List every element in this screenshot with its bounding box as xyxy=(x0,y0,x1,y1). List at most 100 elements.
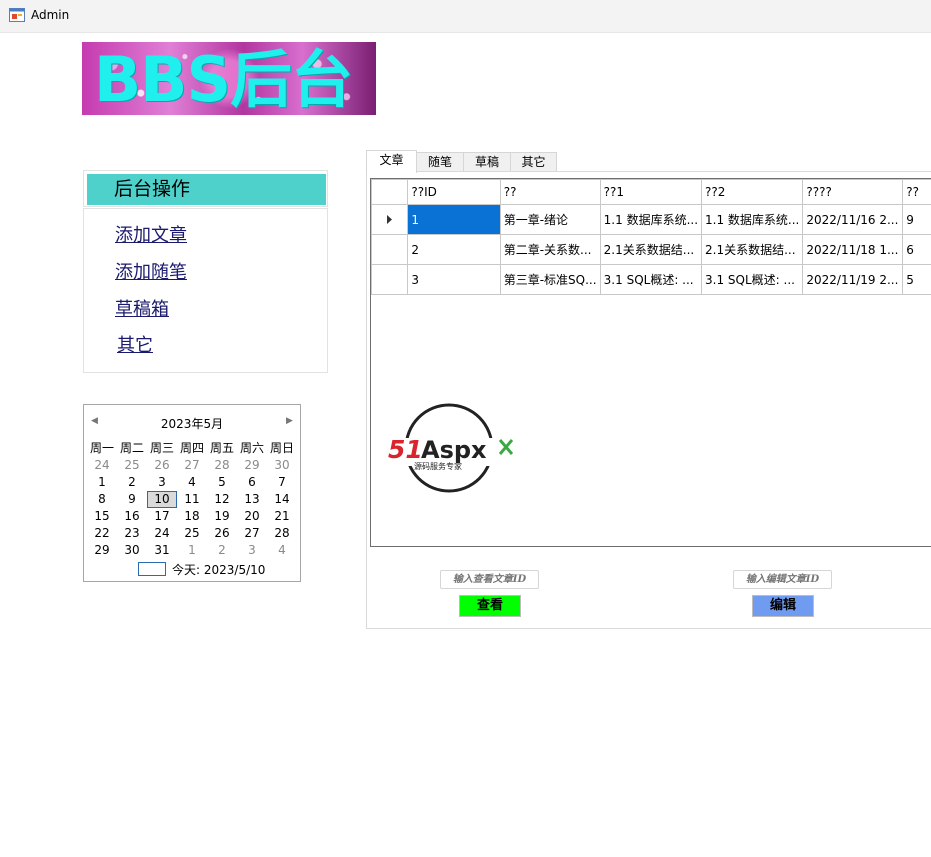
calendar-day[interactable]: 24 xyxy=(87,457,117,474)
winforms-app-icon xyxy=(9,8,25,22)
table-cell[interactable]: 3 xyxy=(407,264,501,295)
view-article-id-input[interactable] xyxy=(440,570,539,589)
column-header[interactable]: ??2 xyxy=(701,179,804,205)
column-header[interactable]: ??1 xyxy=(599,179,703,205)
row-header[interactable] xyxy=(371,234,409,265)
ops-header: 后台操作 xyxy=(87,174,326,205)
calendar-day[interactable]: 29 xyxy=(87,542,117,559)
column-header[interactable]: ?? xyxy=(902,179,931,205)
calendar-day[interactable]: 7 xyxy=(267,474,297,491)
row-header[interactable] xyxy=(371,204,409,235)
view-button[interactable]: 查看 xyxy=(459,595,521,617)
calendar-day[interactable]: 17 xyxy=(147,508,177,525)
triangle-right-icon[interactable]: ▶ xyxy=(286,416,293,426)
calendar-day[interactable]: 24 xyxy=(147,525,177,542)
calendar-day[interactable]: 14 xyxy=(267,491,297,508)
table-cell[interactable]: 2 xyxy=(407,234,501,265)
svg-text:51: 51 xyxy=(388,435,423,464)
calendar-day[interactable]: 28 xyxy=(207,457,237,474)
calendar-day-selected[interactable]: 10 xyxy=(147,491,177,508)
calendar-day[interactable]: 25 xyxy=(177,525,207,542)
month-calendar[interactable]: ◀ 2023年5月 ▶ 周一 周二 周三 周四 周五 周六 周日 24 25 2… xyxy=(83,404,301,582)
tab-drafts[interactable]: 草稿 xyxy=(463,152,511,171)
table-cell[interactable]: 2.1关系数据结... xyxy=(599,234,703,265)
calendar-day[interactable]: 27 xyxy=(177,457,207,474)
calendar-day[interactable]: 30 xyxy=(267,457,297,474)
calendar-day[interactable]: 5 xyxy=(207,474,237,491)
calendar-day[interactable]: 1 xyxy=(87,474,117,491)
row-header[interactable] xyxy=(371,264,409,295)
calendar-day[interactable]: 22 xyxy=(87,525,117,542)
calendar-day[interactable]: 23 xyxy=(117,525,147,542)
calendar-day[interactable]: 18 xyxy=(177,508,207,525)
banner-text: BBS后台 xyxy=(94,43,353,115)
table-row[interactable]: 1 第一章-绪论 1.1 数据库系统... 1.1 数据库系统... 2022/… xyxy=(371,204,931,235)
edit-article-id-input[interactable] xyxy=(733,570,832,589)
calendar-day[interactable]: 2 xyxy=(207,542,237,559)
calendar-day[interactable]: 21 xyxy=(267,508,297,525)
calendar-day[interactable]: 6 xyxy=(237,474,267,491)
calendar-day[interactable]: 1 xyxy=(177,542,207,559)
calendar-month-title[interactable]: 2023年5月 xyxy=(84,415,300,432)
table-cell[interactable]: 9 xyxy=(902,204,931,235)
table-cell[interactable]: 6 xyxy=(902,234,931,265)
calendar-day[interactable]: 27 xyxy=(237,525,267,542)
calendar-day[interactable]: 4 xyxy=(267,542,297,559)
table-cell[interactable]: 5 xyxy=(902,264,931,295)
table-cell[interactable]: 2022/11/16 2... xyxy=(802,204,904,235)
calendar-week: 24 25 26 27 28 29 30 xyxy=(87,457,297,474)
calendar-day[interactable]: 31 xyxy=(147,542,177,559)
calendar-day[interactable]: 30 xyxy=(117,542,147,559)
column-header[interactable]: ??ID xyxy=(407,179,501,205)
calendar-day[interactable]: 4 xyxy=(177,474,207,491)
table-row[interactable]: 3 第三章-标准SQ... 3.1 SQL概述: ... 3.1 SQL概述: … xyxy=(371,264,931,295)
column-header[interactable]: ?? xyxy=(499,179,601,205)
weekday-label: 周三 xyxy=(149,441,174,455)
calendar-day[interactable]: 26 xyxy=(207,525,237,542)
drafts-link[interactable]: 草稿箱 xyxy=(115,295,169,321)
table-row[interactable]: 2 第二章-关系数... 2.1关系数据结... 2.1关系数据结... 202… xyxy=(371,234,931,265)
calendar-day[interactable]: 9 xyxy=(117,491,147,508)
today-label[interactable]: 今天: 2023/5/10 xyxy=(172,561,265,578)
calendar-day[interactable]: 8 xyxy=(87,491,117,508)
calendar-day[interactable]: 12 xyxy=(207,491,237,508)
table-cell[interactable]: 2022/11/18 1... xyxy=(802,234,904,265)
tab-other[interactable]: 其它 xyxy=(510,152,557,171)
calendar-day[interactable]: 3 xyxy=(147,474,177,491)
table-cell[interactable]: 2.1关系数据结... xyxy=(701,234,804,265)
table-cell[interactable]: 2022/11/19 2... xyxy=(802,264,904,295)
calendar-day[interactable]: 20 xyxy=(237,508,267,525)
calendar-day[interactable]: 28 xyxy=(267,525,297,542)
table-cell[interactable]: 1.1 数据库系统... xyxy=(701,204,804,235)
grid-corner-cell[interactable] xyxy=(371,179,409,205)
table-cell[interactable]: 3.1 SQL概述: ... xyxy=(599,264,703,295)
other-link[interactable]: 其它 xyxy=(117,331,153,357)
today-marker[interactable] xyxy=(138,562,166,576)
weekday-label: 周四 xyxy=(179,441,204,455)
calendar-day[interactable]: 16 xyxy=(117,508,147,525)
table-cell[interactable]: 3.1 SQL概述: ... xyxy=(701,264,804,295)
table-cell[interactable]: 1.1 数据库系统... xyxy=(599,204,703,235)
tab-essays[interactable]: 随笔 xyxy=(416,152,464,171)
weekday-label: 周五 xyxy=(209,441,234,455)
add-article-link[interactable]: 添加文章 xyxy=(115,221,187,247)
table-cell[interactable]: 第二章-关系数... xyxy=(499,234,601,265)
calendar-day[interactable]: 3 xyxy=(237,542,267,559)
calendar-day[interactable]: 13 xyxy=(237,491,267,508)
calendar-day[interactable]: 19 xyxy=(207,508,237,525)
calendar-day[interactable]: 2 xyxy=(117,474,147,491)
51aspx-logo: 51 Aspx 源码服务专家 xyxy=(388,403,513,493)
column-header[interactable]: ???? xyxy=(802,179,904,205)
table-cell[interactable]: 1 xyxy=(407,204,501,235)
add-essay-link[interactable]: 添加随笔 xyxy=(115,258,187,284)
edit-button[interactable]: 编辑 xyxy=(752,595,814,617)
calendar-day[interactable]: 11 xyxy=(177,491,207,508)
window-title: Admin xyxy=(31,8,70,22)
table-cell[interactable]: 第一章-绪论 xyxy=(499,204,601,235)
calendar-day[interactable]: 25 xyxy=(117,457,147,474)
table-cell[interactable]: 第三章-标准SQ... xyxy=(499,264,601,295)
calendar-day[interactable]: 15 xyxy=(87,508,117,525)
calendar-day[interactable]: 26 xyxy=(147,457,177,474)
tab-articles[interactable]: 文章 xyxy=(366,150,417,173)
calendar-day[interactable]: 29 xyxy=(237,457,267,474)
